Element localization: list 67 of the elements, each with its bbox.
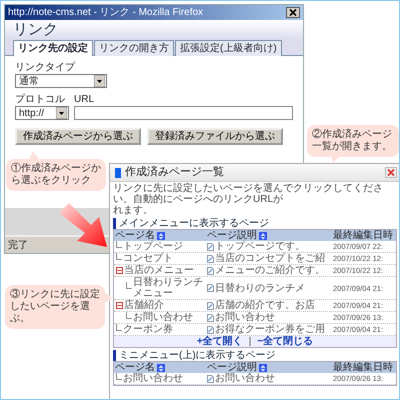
callout-pointer [105, 293, 113, 303]
callout: ③リンクに先に設定したいページを選ぶ。 [5, 285, 105, 329]
page-name: お問い合わせ [133, 312, 193, 323]
document-icon [207, 374, 214, 382]
arrow [59, 203, 107, 247]
page-name: 日替わりランチメニュー [133, 277, 204, 299]
window-title: http://note-cms.net - リンク - Mozilla Firefox [8, 6, 204, 18]
page-description: 当店のコンセプトをご紹 [215, 253, 325, 264]
column-header: ページ名 [115, 362, 155, 373]
sort-icon[interactable] [157, 232, 165, 240]
caret-icon [56, 107, 67, 119]
dropdown[interactable]: 通常 [15, 74, 107, 88]
page-name: トップページ [123, 241, 183, 252]
select-button[interactable]: 作成済みページから選ぶ [15, 128, 141, 145]
document-icon [207, 302, 214, 310]
window-title: 作成済みページ一覧 [125, 166, 224, 179]
callout: ①作成済みページから選ぶをクリック [6, 159, 106, 191]
callout: ②作成済みページ一覧が開きます。 [307, 125, 399, 157]
instruction-text: リンクに先に設定したいページを選んでクリックしてください。自動的にページへのリンクURLが [113, 183, 384, 205]
instruction-text: れます。 [113, 205, 153, 216]
page-title: リンク [13, 21, 58, 38]
page-name: 店舗紹介 [124, 300, 164, 311]
tab[interactable]: リンク先の設定 [13, 40, 93, 56]
collapse-icon[interactable] [116, 302, 123, 309]
document-icon [207, 242, 214, 250]
page-description: トップページです。 [215, 241, 305, 252]
callout-pointer [29, 151, 39, 159]
separator: | [248, 336, 252, 347]
column-header: ページ説明 [207, 230, 257, 241]
tab[interactable]: 拡張設定(上級者向け) [175, 40, 282, 56]
caret-icon [94, 75, 105, 87]
column-header: ページ説明 [207, 362, 257, 373]
url-field[interactable] [74, 106, 293, 120]
page-description: お得なクーポン券をご用 [215, 324, 325, 335]
document-icon [207, 254, 214, 262]
sort-icon[interactable] [259, 364, 267, 372]
page-description: 日替わりのランチメ [215, 282, 305, 294]
page-description: お問い合わせ [215, 373, 275, 384]
close-icon[interactable] [286, 7, 300, 18]
field-label: リンクタイプ [15, 62, 75, 73]
collapse-all-link[interactable]: −全て閉じる [257, 336, 314, 347]
field-label: プロトコル [15, 94, 65, 105]
status-text: 完了 [8, 238, 28, 252]
dropdown[interactable]: http:// [15, 106, 69, 120]
page-description: 店舗の紹介です。お店 [215, 300, 315, 311]
window-icon [115, 168, 121, 178]
tab[interactable]: リンクの開き方 [94, 40, 174, 56]
column-header: 最終編集日時 [333, 230, 393, 241]
page-name: コンセプト [123, 253, 173, 264]
column-header: 最終編集日時 [333, 362, 393, 373]
document-icon [207, 314, 214, 322]
expand-all-link[interactable]: +全て開く [196, 336, 243, 347]
sort-icon[interactable] [157, 364, 165, 372]
callout-pointer [331, 155, 341, 163]
column-header: ページ名 [115, 230, 155, 241]
document-icon [207, 326, 214, 334]
page-name: お問い合わせ [123, 373, 183, 384]
document-icon [207, 266, 214, 274]
page-name: 当店のメニュー [124, 265, 194, 276]
page-description: お問い合わせ [215, 312, 275, 323]
sort-icon[interactable] [259, 232, 267, 240]
select-button[interactable]: 登録済みファイルから選ぶ [147, 128, 283, 145]
page-name: クーポン券 [123, 324, 173, 335]
document-icon [207, 284, 214, 292]
page-description: メニューのご紹介です。 [215, 265, 325, 276]
field-label: URL [74, 94, 94, 105]
collapse-icon[interactable] [116, 267, 123, 274]
